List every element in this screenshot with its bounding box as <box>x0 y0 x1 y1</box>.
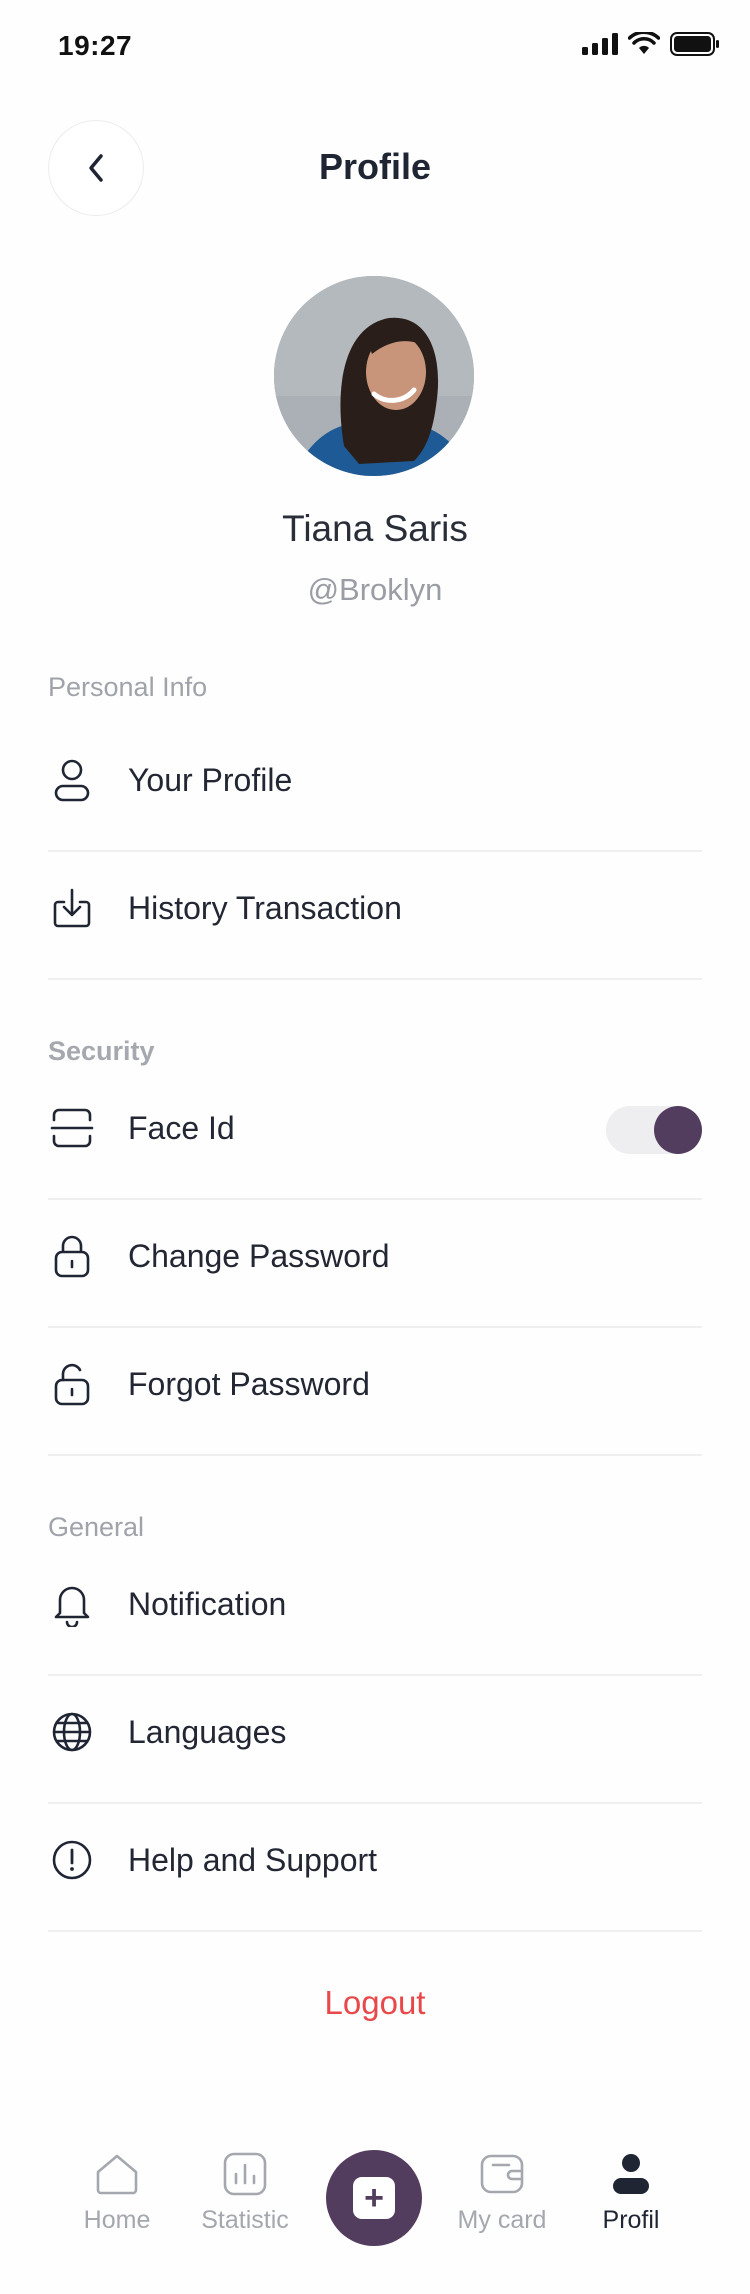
menu-item-notification[interactable]: Notification <box>48 1540 702 1668</box>
nav-label: Home <box>83 2206 151 2234</box>
status-icons <box>582 32 720 56</box>
section-label-general: General <box>48 1512 145 1542</box>
menu-item-forgot-password[interactable]: Forgot Password <box>48 1320 702 1448</box>
menu-item-label: Help and Support <box>128 1841 378 1878</box>
nav-label: Profil <box>602 2206 660 2234</box>
menu-item-label: Notification <box>128 1585 287 1622</box>
plus-icon: + <box>353 2177 395 2219</box>
menu-item-history-transaction[interactable]: History Transaction <box>48 844 702 972</box>
nav-label: My card <box>457 2206 547 2234</box>
divider <box>48 1454 702 1456</box>
menu-item-label: Face Id <box>128 1109 235 1146</box>
status-bar: 19:27 <box>0 0 750 96</box>
lock-icon <box>48 1232 96 1280</box>
menu-item-your-profile[interactable]: Your Profile <box>48 716 702 844</box>
user-name: Tiana Saris <box>282 508 468 549</box>
menu-item-face-id[interactable]: Face Id <box>48 1064 702 1192</box>
status-time: 19:27 <box>58 30 133 61</box>
bell-icon <box>48 1580 96 1628</box>
nav-label: Statistic <box>201 2206 289 2234</box>
globe-icon <box>48 1708 96 1756</box>
nav-item-statistic[interactable]: Statistic <box>180 2152 310 2235</box>
menu-item-label: Forgot Password <box>128 1365 370 1402</box>
chart-icon <box>223 2152 267 2196</box>
user-icon <box>48 756 96 804</box>
menu-item-label: History Transaction <box>128 889 402 926</box>
page-title: Profile <box>318 146 432 187</box>
unlock-icon <box>48 1360 96 1408</box>
face-id-toggle[interactable] <box>606 1106 702 1154</box>
menu-item-change-password[interactable]: Change Password <box>48 1192 702 1320</box>
add-button[interactable]: + <box>326 2150 422 2246</box>
menu-item-languages[interactable]: Languages <box>48 1668 702 1796</box>
home-icon <box>96 2154 138 2195</box>
wifi-icon <box>628 32 660 54</box>
download-icon <box>48 884 96 932</box>
profile-screen: 19:27 Profile Tiana Saris @Broklyn Perso… <box>0 0 750 2294</box>
menu-item-label: Change Password <box>128 1237 390 1274</box>
menu-item-label: Languages <box>128 1713 287 1750</box>
face-id-icon <box>48 1104 96 1152</box>
divider <box>48 1930 702 1932</box>
battery-icon <box>670 32 719 56</box>
signal-icon <box>582 33 618 55</box>
section-label-personal-info: Personal Info <box>48 672 208 702</box>
logout-button[interactable]: Logout <box>0 1984 750 2022</box>
info-icon <box>48 1836 96 1884</box>
avatar[interactable] <box>274 276 474 476</box>
menu-item-help-and-support[interactable]: Help and Support <box>48 1796 702 1924</box>
wallet-icon <box>480 2154 524 2194</box>
nav-item-profil[interactable]: Profil <box>566 2152 696 2235</box>
nav-item-home[interactable]: Home <box>52 2152 182 2235</box>
nav-item-my-card[interactable]: My card <box>437 2152 567 2235</box>
menu-item-label: Your Profile <box>128 761 293 798</box>
user-handle: @Broklyn <box>307 572 443 607</box>
divider <box>48 978 702 980</box>
person-icon <box>613 2154 649 2194</box>
toggle-knob <box>654 1106 702 1154</box>
bottom-nav: Home Statistic + My card Profil <box>0 2130 750 2294</box>
section-label-security: Security <box>48 1036 155 1066</box>
